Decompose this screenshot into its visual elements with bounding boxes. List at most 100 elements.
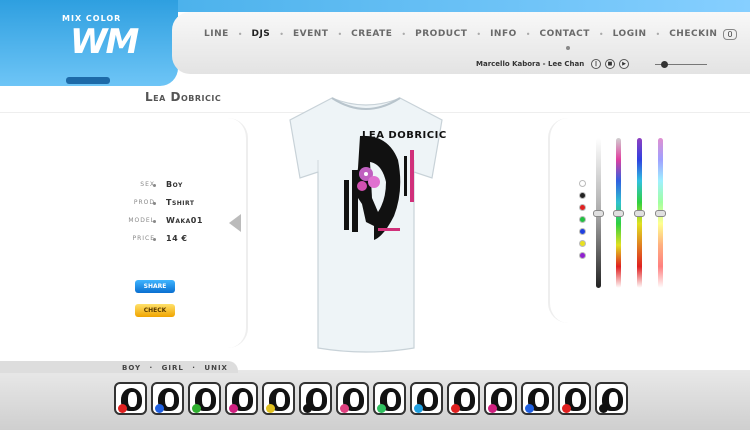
nav-item-create[interactable]: CREATE <box>351 29 392 39</box>
thumbnail-highlight <box>387 392 396 407</box>
detail-label: MODEL <box>128 217 155 224</box>
hue-slider-knob[interactable] <box>613 210 624 217</box>
nav-separator: • <box>525 29 531 39</box>
design-thumbnail[interactable] <box>188 382 221 415</box>
thumbnail-accent <box>599 404 608 413</box>
design-thumbnail[interactable] <box>114 382 147 415</box>
color-swatch[interactable] <box>579 204 586 211</box>
design-thumbnail[interactable] <box>484 382 517 415</box>
color-swatch[interactable] <box>579 216 586 223</box>
thumbnail-highlight <box>461 392 470 407</box>
detail-value: Tshirt <box>166 198 195 207</box>
filter-boy[interactable]: BOY <box>122 364 141 372</box>
thumbnail-accent <box>266 404 275 413</box>
check-button[interactable]: CHECK <box>135 304 175 317</box>
detail-row-price: PRICE 14 € <box>110 234 230 252</box>
thumbnail-accent <box>303 404 312 413</box>
cart-count-badge[interactable]: 0 <box>723 28 737 40</box>
detail-dot <box>153 238 156 241</box>
design-thumbnail[interactable] <box>595 382 628 415</box>
nav-item-line[interactable]: LINE <box>204 29 229 39</box>
tint-slider-knob[interactable] <box>655 210 666 217</box>
thumbnail-highlight <box>609 392 618 407</box>
thumbnail-accent <box>414 404 423 413</box>
nav-item-product[interactable]: PRODUCT <box>415 29 467 39</box>
design-thumbnail[interactable] <box>558 382 591 415</box>
volume-knob[interactable] <box>661 61 668 68</box>
thumbnail-highlight <box>313 392 322 407</box>
nav-separator: • <box>237 29 243 39</box>
thumbnail-highlight <box>276 392 285 407</box>
design-thumbnail[interactable] <box>336 382 369 415</box>
color-slider-knob[interactable] <box>593 210 604 217</box>
thumbnail-highlight <box>350 392 359 407</box>
color-swatch[interactable] <box>579 228 586 235</box>
detail-dot <box>153 220 156 223</box>
thumbnail-accent <box>229 404 238 413</box>
now-playing-track: Marcello Kabora - Lee Chan <box>476 60 585 68</box>
thumbnail-highlight <box>239 392 248 407</box>
main-nav: LINE • DJS • EVENT • CREATE • PRODUCT • … <box>204 26 737 42</box>
detail-value: 14 € <box>166 234 188 243</box>
design-thumbnail[interactable] <box>151 382 184 415</box>
detail-dot <box>153 184 156 187</box>
prev-icon[interactable]: ‖ <box>591 59 601 69</box>
color-swatch[interactable] <box>579 180 586 187</box>
thumbnail-accent <box>488 404 497 413</box>
design-thumbnail[interactable] <box>410 382 443 415</box>
filter-unix[interactable]: UNIX <box>204 364 228 372</box>
nav-separator: • <box>476 29 482 39</box>
thumbnail-accent <box>192 404 201 413</box>
thumbnail-highlight <box>128 392 137 407</box>
right-panel-edge <box>548 118 568 323</box>
nav-separator: • <box>279 29 285 39</box>
nav-item-checkin[interactable]: CHECKIN <box>669 29 717 39</box>
design-thumbnail[interactable] <box>299 382 332 415</box>
pause-icon[interactable]: ■ <box>605 59 615 69</box>
thumbnail-highlight <box>498 392 507 407</box>
color-swatch[interactable] <box>579 252 586 259</box>
design-thumbnail[interactable] <box>521 382 554 415</box>
design-thumbnail[interactable] <box>447 382 480 415</box>
design-gallery <box>114 382 628 415</box>
thumbnail-accent <box>451 404 460 413</box>
design-thumbnail[interactable] <box>225 382 258 415</box>
color-swatch[interactable] <box>579 240 586 247</box>
play-icon[interactable]: ▶ <box>619 59 629 69</box>
nav-separator: • <box>598 29 604 39</box>
nav-item-djs[interactable]: DJS <box>251 29 270 39</box>
gender-filter: BOY · GIRL · UNIX <box>122 364 228 372</box>
nav-separator: • <box>401 29 407 39</box>
design-thumbnail[interactable] <box>373 382 406 415</box>
brand-logo-mark: WM <box>70 22 139 62</box>
detail-label: PRICE <box>132 235 155 242</box>
artist-title: Lea Dobricic <box>145 90 222 104</box>
detail-label: PROD <box>133 199 155 206</box>
nav-active-marker <box>566 46 570 50</box>
thumbnail-accent <box>155 404 164 413</box>
share-button[interactable]: SHARE <box>135 280 175 293</box>
color-swatch[interactable] <box>579 192 586 199</box>
nav-separator: • <box>337 29 343 39</box>
arrow-left-icon[interactable] <box>229 214 241 232</box>
nav-item-info[interactable]: INFO <box>490 29 517 39</box>
detail-row-model: MODEL Waka01 <box>110 216 230 234</box>
nav-item-event[interactable]: EVENT <box>293 29 328 39</box>
detail-value: Boy <box>166 180 183 189</box>
saturation-slider-knob[interactable] <box>634 210 645 217</box>
thumbnail-highlight <box>165 392 174 407</box>
filter-girl[interactable]: GIRL <box>162 364 184 372</box>
detail-dot <box>153 202 156 205</box>
nav-item-contact[interactable]: CONTACT <box>539 29 589 39</box>
tshirt-preview: LEA DOBRICIC <box>289 97 447 353</box>
design-thumbnail[interactable] <box>262 382 295 415</box>
filter-separator: · <box>149 364 154 372</box>
thumbnail-accent <box>118 404 127 413</box>
brand-logo[interactable]: MIX COLOR WM <box>0 0 178 86</box>
thumbnail-accent <box>377 404 386 413</box>
thumbnail-accent <box>340 404 349 413</box>
print-text: LEA DOBRICIC <box>362 130 447 141</box>
detail-row-prod: PROD Tshirt <box>110 198 230 216</box>
thumbnail-highlight <box>535 392 544 407</box>
nav-item-login[interactable]: LOGIN <box>613 29 647 39</box>
